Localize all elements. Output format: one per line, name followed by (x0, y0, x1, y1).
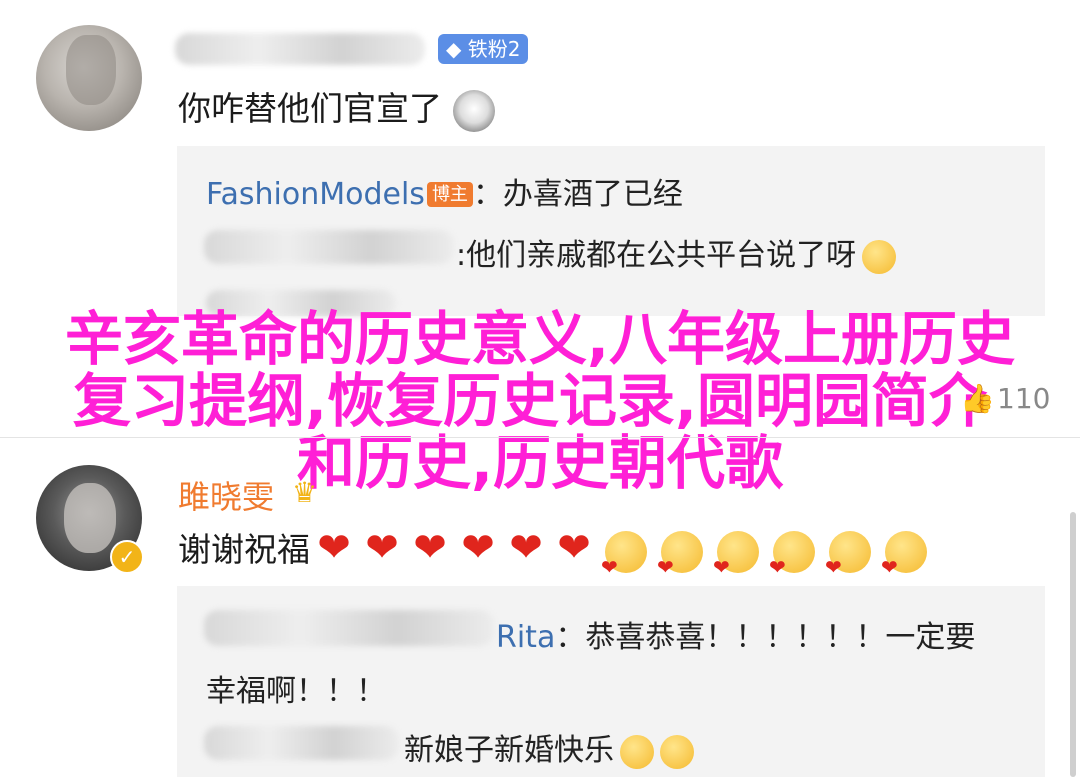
reply-item[interactable]: :他们亲戚都在公共平台说了呀 (456, 230, 897, 274)
reply-item[interactable]: FashionModels 博主 ：办喜酒了已经 (206, 169, 683, 213)
fan-badge: ◆ 铁粉2 (438, 34, 529, 64)
reply-username[interactable]: FashionModels (206, 177, 425, 212)
reply-item[interactable]: 新娘子新婚快乐 (404, 725, 694, 769)
heart-icon: ❤ (413, 525, 447, 571)
reply-username-blurred[interactable] (204, 230, 454, 264)
comment-username[interactable]: 雎晓雯 (178, 472, 274, 518)
overlay-title-line3: 和历史,历史朝代歌 (296, 429, 784, 497)
kissing-emoji-icon (620, 734, 654, 769)
comment-text: 你咋替他们官宣了 (178, 82, 495, 132)
avatar[interactable] (36, 25, 142, 131)
reply-username-blurred[interactable] (204, 610, 494, 646)
verified-badge-icon: ✓ (110, 540, 144, 574)
comment-text-content: 你咋替他们官宣了 (178, 89, 442, 128)
comment-text-content: 谢谢祝福 (178, 530, 310, 569)
crown-icon: ♛ (292, 476, 318, 509)
comment-text: 谢谢祝福 ❤ ❤ ❤ ❤ ❤ ❤ (178, 523, 934, 579)
reply-username[interactable]: Rita (496, 620, 555, 655)
heart-icon: ❤ (509, 525, 543, 571)
divider (0, 437, 1080, 438)
heart-face-emoji-icon (769, 530, 815, 579)
heart-face-emoji-icon (713, 530, 759, 579)
reply-text: 他们亲戚都在公共平台说了呀 (466, 238, 857, 273)
heart-face-emoji-icon (657, 530, 703, 579)
overlay-title-line2: 复习提纲,恢复历史记录,圆明园简介 (72, 367, 988, 435)
heart-face-emoji-icon (825, 530, 871, 579)
scrollbar[interactable] (1070, 512, 1076, 777)
thumb-up-icon[interactable]: 👍 (960, 382, 995, 415)
like-count: 110 (997, 382, 1051, 415)
reply-username-blurred[interactable] (204, 726, 399, 760)
heart-icon: ❤ (365, 525, 399, 571)
reply-text: ：恭喜恭喜！！！！！！一定要 (555, 620, 976, 655)
dog-emoji-icon (452, 89, 495, 132)
heart-icon: ❤ (461, 525, 495, 571)
kissing-emoji-icon (660, 734, 694, 769)
reply-text: 新娘子新婚快乐 (404, 733, 614, 768)
username-blurred[interactable] (175, 33, 425, 65)
reply-text: ：办喜酒了已经 (472, 177, 683, 212)
heart-face-emoji-icon (881, 530, 927, 579)
blogger-badge: 博主 (426, 182, 473, 207)
heart-face-emoji-icon (601, 530, 647, 579)
overlay-title-line1: 辛亥革命的历史意义,八年级上册历史 (64, 305, 1016, 373)
laughing-emoji-icon (862, 239, 897, 274)
reply-text-continued: 幸福啊！！！ (206, 674, 386, 709)
reply-item[interactable]: Rita：恭喜恭喜！！！！！！一定要 (496, 612, 975, 656)
heart-icon: ❤ (317, 525, 351, 571)
heart-icon: ❤ (557, 525, 591, 571)
fan-badge-label: 铁粉2 (467, 37, 521, 61)
